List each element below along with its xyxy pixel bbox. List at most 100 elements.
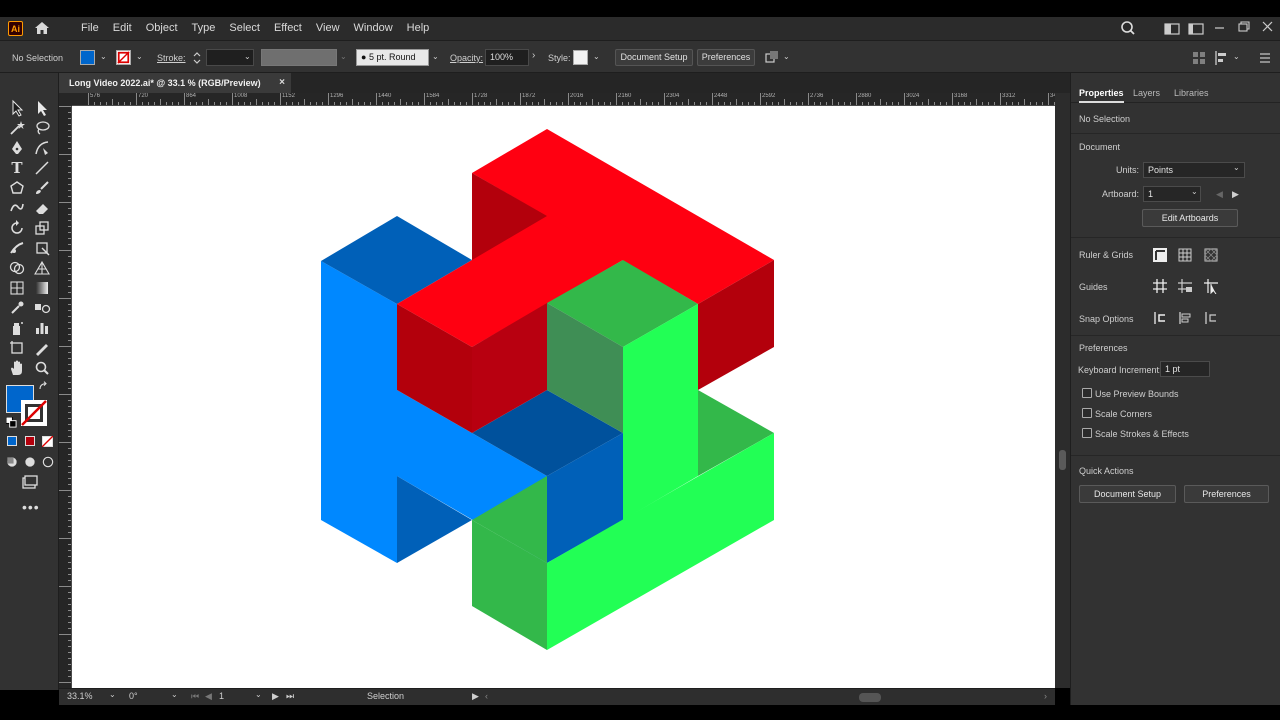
vertical-ruler[interactable] bbox=[59, 106, 72, 688]
smart-guides-icon[interactable] bbox=[1203, 278, 1219, 294]
free-transform-tool-icon[interactable] bbox=[33, 239, 51, 257]
screen-mode-icon[interactable] bbox=[20, 474, 38, 492]
edit-artboards-button[interactable]: Edit Artboards bbox=[1142, 209, 1238, 227]
menu-window[interactable]: Window bbox=[347, 17, 400, 40]
ruler-origin[interactable] bbox=[59, 93, 72, 106]
align-icon[interactable] bbox=[1190, 49, 1208, 67]
previous-artboard-icon[interactable]: ◀ bbox=[205, 691, 212, 702]
chevron-down-icon[interactable]: ⌄ bbox=[340, 52, 347, 61]
last-artboard-icon[interactable]: ⏭ bbox=[286, 691, 294, 702]
artboard-canvas[interactable] bbox=[72, 106, 1055, 688]
symbol-sprayer-tool-icon[interactable] bbox=[8, 319, 26, 337]
show-transparency-grid-icon[interactable] bbox=[1203, 247, 1219, 263]
menu-object[interactable]: Object bbox=[139, 17, 185, 40]
tab-libraries[interactable]: Libraries bbox=[1174, 83, 1209, 103]
snap-to-pixel-icon[interactable] bbox=[1177, 310, 1193, 326]
none-mode-button[interactable] bbox=[42, 436, 53, 447]
home-icon[interactable] bbox=[34, 21, 50, 35]
menu-type[interactable]: Type bbox=[185, 17, 223, 40]
use-preview-bounds-checkbox[interactable] bbox=[1082, 388, 1092, 398]
menu-help[interactable]: Help bbox=[400, 17, 437, 40]
document-setup-button[interactable]: Document Setup bbox=[615, 49, 693, 66]
next-artboard-icon[interactable]: ▶ bbox=[1232, 189, 1239, 200]
rotate-tool-icon[interactable] bbox=[8, 219, 26, 237]
slice-tool-icon[interactable] bbox=[33, 339, 51, 357]
restore-icon[interactable] bbox=[1232, 17, 1256, 40]
type-tool-icon[interactable]: T bbox=[8, 159, 26, 177]
opacity-label[interactable]: Opacity: bbox=[450, 53, 483, 63]
tab-properties[interactable]: Properties bbox=[1079, 83, 1124, 103]
chevron-down-icon[interactable]: ⌄ bbox=[593, 52, 600, 61]
shaper-tool-icon[interactable] bbox=[8, 199, 26, 217]
chevron-down-icon[interactable]: ⌄ bbox=[171, 690, 178, 699]
gradient-tool-icon[interactable] bbox=[33, 279, 51, 297]
horizontal-scroll-thumb[interactable] bbox=[859, 693, 881, 702]
snap-to-glyph-icon[interactable] bbox=[1203, 310, 1219, 326]
show-grid-icon[interactable] bbox=[1177, 247, 1193, 263]
panel-menu-icon[interactable] bbox=[1256, 49, 1274, 67]
stroke-color-box[interactable] bbox=[20, 399, 48, 427]
scale-corners-checkbox[interactable] bbox=[1082, 408, 1092, 418]
mesh-tool-icon[interactable] bbox=[8, 279, 26, 297]
scroll-right-icon[interactable]: › bbox=[1044, 691, 1047, 701]
units-dropdown[interactable]: Points bbox=[1143, 162, 1245, 178]
draw-inside-icon[interactable] bbox=[41, 455, 55, 469]
paintbrush-tool-icon[interactable] bbox=[33, 179, 51, 197]
opacity-field[interactable]: 100% bbox=[485, 49, 529, 66]
zoom-field[interactable]: 33.1% bbox=[67, 691, 93, 701]
chevron-down-icon[interactable]: ⌄ bbox=[244, 52, 251, 61]
line-segment-tool-icon[interactable] bbox=[33, 159, 51, 177]
chevron-right-icon[interactable]: › bbox=[532, 50, 535, 61]
pen-tool-icon[interactable] bbox=[8, 139, 26, 157]
close-document-icon[interactable]: × bbox=[279, 73, 285, 93]
chevron-down-icon[interactable]: ⌄ bbox=[136, 52, 143, 61]
brush-definition[interactable]: ● 5 pt. Round bbox=[356, 49, 429, 66]
hand-tool-icon[interactable] bbox=[8, 359, 26, 377]
preferences-button[interactable]: Preferences bbox=[697, 49, 755, 66]
vertical-scroll-thumb[interactable] bbox=[1059, 450, 1066, 470]
curvature-tool-icon[interactable] bbox=[33, 139, 51, 157]
perspective-grid-tool-icon[interactable] bbox=[33, 259, 51, 277]
snap-to-point-icon[interactable] bbox=[1152, 310, 1168, 326]
preferences-button[interactable]: Preferences bbox=[1184, 485, 1269, 503]
variable-width-profile[interactable] bbox=[261, 49, 337, 66]
chevron-down-icon[interactable]: ⌄ bbox=[100, 52, 107, 61]
draw-normal-icon[interactable] bbox=[5, 455, 19, 469]
menu-edit[interactable]: Edit bbox=[106, 17, 139, 40]
first-artboard-icon[interactable]: ⏮ bbox=[191, 691, 199, 702]
menu-file[interactable]: File bbox=[74, 17, 106, 40]
distribute-icon[interactable] bbox=[1212, 49, 1230, 67]
chevron-down-icon[interactable]: ⌄ bbox=[1191, 187, 1198, 196]
rotation-field[interactable]: 0° bbox=[129, 691, 138, 701]
vertical-scrollbar[interactable] bbox=[1055, 93, 1070, 688]
graphic-style-swatch[interactable] bbox=[573, 50, 588, 65]
color-mode-button[interactable] bbox=[7, 436, 17, 446]
scroll-left-icon[interactable]: ‹ bbox=[485, 691, 488, 701]
column-graph-tool-icon[interactable] bbox=[33, 319, 51, 337]
lock-guides-icon[interactable] bbox=[1177, 278, 1193, 294]
artboard-number-field[interactable]: 1 bbox=[219, 691, 224, 701]
keyboard-increment-field[interactable]: 1 pt bbox=[1160, 361, 1210, 377]
shape-builder-tool-icon[interactable] bbox=[8, 259, 26, 277]
arrange-documents-icon[interactable] bbox=[1184, 17, 1208, 40]
show-guides-icon[interactable] bbox=[1152, 278, 1168, 294]
arrange-icon[interactable] bbox=[763, 49, 781, 67]
stroke-none-swatch[interactable] bbox=[116, 50, 131, 65]
minimize-icon[interactable] bbox=[1208, 17, 1232, 40]
chevron-down-icon[interactable]: ⌄ bbox=[432, 52, 439, 61]
edit-toolbar-icon[interactable]: ••• bbox=[22, 499, 40, 515]
menu-select[interactable]: Select bbox=[222, 17, 267, 40]
scale-tool-icon[interactable] bbox=[33, 219, 51, 237]
zoom-tool-icon[interactable] bbox=[33, 359, 51, 377]
gradient-mode-button[interactable] bbox=[25, 436, 35, 446]
draw-behind-icon[interactable] bbox=[23, 455, 37, 469]
menu-effect[interactable]: Effect bbox=[267, 17, 309, 40]
next-artboard-icon[interactable]: ▶ bbox=[272, 691, 279, 702]
workspace-icon[interactable] bbox=[1160, 17, 1184, 40]
chevron-down-icon[interactable]: ⌄ bbox=[255, 690, 262, 699]
scale-strokes-effects-checkbox[interactable] bbox=[1082, 428, 1092, 438]
fill-swatch[interactable] bbox=[80, 50, 95, 65]
show-rulers-icon[interactable] bbox=[1152, 247, 1168, 263]
document-tab[interactable]: Long Video 2022.ai* @ 33.1 % (RGB/Previe… bbox=[59, 73, 291, 93]
document-setup-button[interactable]: Document Setup bbox=[1079, 485, 1176, 503]
